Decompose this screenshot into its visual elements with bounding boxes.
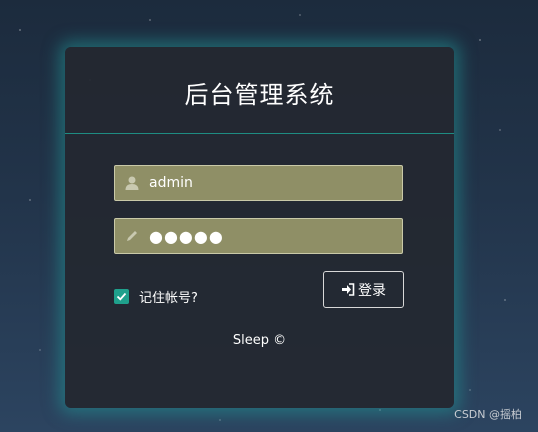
sign-in-icon — [341, 283, 355, 296]
username-field[interactable] — [114, 165, 403, 201]
remember-label: 记住帐号? — [139, 291, 198, 306]
login-button[interactable]: 登录 — [323, 271, 404, 308]
remember-checkbox[interactable] — [114, 289, 129, 304]
password-input[interactable] — [149, 226, 389, 246]
login-button-label: 登录 — [358, 282, 386, 299]
page-title: 后台管理系统 — [184, 80, 335, 109]
pencil-icon — [115, 219, 149, 253]
watermark: CSDN @摇柏 — [454, 408, 522, 421]
username-input[interactable] — [149, 175, 389, 191]
login-panel: 后台管理系统 记住帐号? — [65, 47, 454, 408]
remember-account[interactable]: 记住帐号? — [114, 287, 198, 306]
panel-header: 后台管理系统 — [65, 47, 454, 134]
password-field[interactable] — [114, 218, 403, 254]
footer-text: Sleep © — [232, 333, 287, 348]
user-icon — [115, 166, 149, 200]
